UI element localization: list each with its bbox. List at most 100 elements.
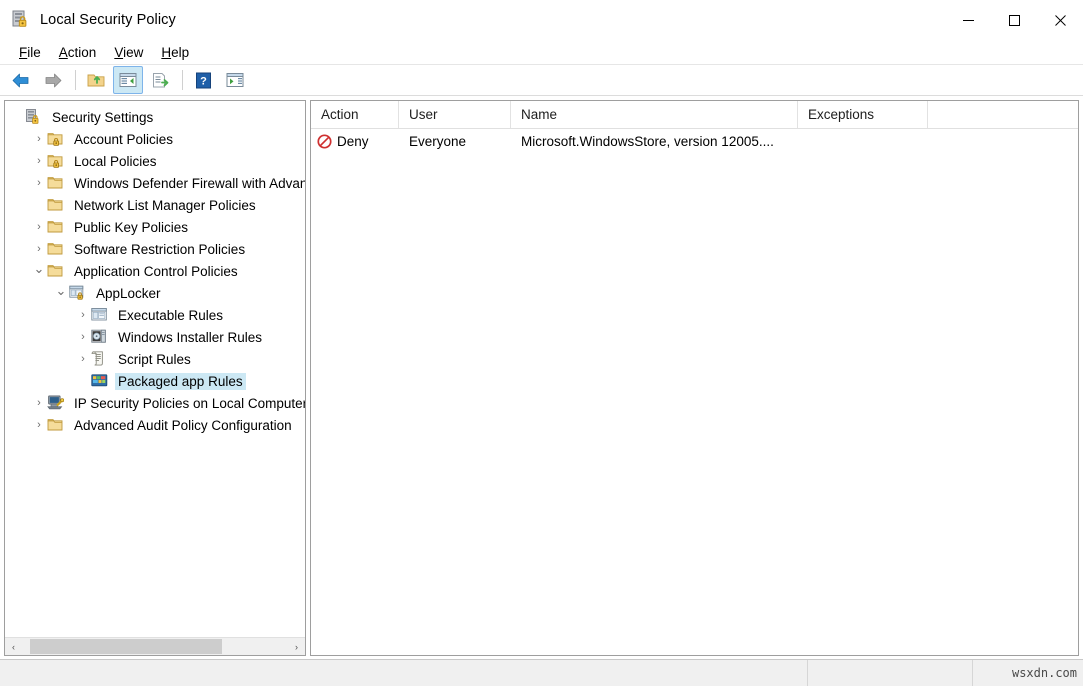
folder-lock-icon (47, 131, 65, 147)
menu-file-label-rest: ile (27, 44, 41, 60)
maximize-button[interactable] (991, 0, 1037, 40)
table-row[interactable]: Deny Everyone Microsoft.WindowsStore, vers… (311, 129, 1078, 154)
chevron-right-icon[interactable]: › (75, 331, 91, 343)
tree-item-ip-security-policies-on-local-computer[interactable]: › IP Security Policies on Local Computer (5, 392, 305, 414)
tree-item-label: Windows Defender Firewall with Advanced … (74, 175, 305, 191)
chevron-right-icon[interactable]: › (31, 177, 47, 189)
cell-action: Deny (311, 134, 399, 149)
rules-list-pane: Action User Name Exceptions Deny Everyone… (310, 100, 1079, 656)
tree-item-local-policies[interactable]: › Local Policies (5, 150, 305, 172)
help-button[interactable]: ? (188, 66, 218, 94)
tree-item-security-settings[interactable]: Security Settings (5, 106, 305, 128)
tree-item-label: Network List Manager Policies (74, 197, 256, 213)
menu-view[interactable]: View (105, 43, 152, 62)
tree-item-label: Local Policies (74, 153, 157, 169)
tree-item-packaged-app-rules[interactable]: Packaged app Rules (5, 370, 305, 392)
script-rules-icon (91, 351, 109, 367)
console-tree-pane: Security Settings › Account Policies › Local… (4, 100, 306, 656)
action-pane-button[interactable] (220, 66, 250, 94)
cell-name: Microsoft.WindowsStore, version 12005...… (521, 134, 774, 149)
packaged-app-rules-icon (91, 373, 109, 389)
tree-item-label: Security Settings (52, 109, 154, 125)
console-tree[interactable]: Security Settings › Account Policies › Local… (5, 101, 305, 637)
tree-item-software-restriction-policies[interactable]: › Software Restriction Policies (5, 238, 305, 260)
chevron-right-icon[interactable]: › (75, 353, 91, 365)
tree-item-label: Windows Installer Rules (118, 329, 263, 345)
tree-item-windows-installer-rules[interactable]: › Windows Installer Rules (5, 326, 305, 348)
tree-item-application-control-policies[interactable]: ⌄ Application Control Policies (5, 260, 305, 282)
scroll-track[interactable] (22, 638, 288, 655)
chevron-right-icon[interactable]: › (31, 419, 47, 431)
column-header-exceptions[interactable]: Exceptions (798, 101, 928, 128)
tree-item-script-rules[interactable]: › Script Rules (5, 348, 305, 370)
column-header-action[interactable]: Action (311, 101, 399, 128)
folder-lock-icon (47, 153, 65, 169)
status-segment-watermark: wsxdn.com (973, 660, 1083, 686)
column-header-filler (928, 101, 1078, 128)
tree-item-applocker[interactable]: ⌄ AppLocker (5, 282, 305, 304)
chevron-right-icon[interactable]: › (75, 309, 91, 321)
tree-item-label: Script Rules (118, 351, 191, 367)
scroll-thumb[interactable] (30, 639, 222, 654)
status-segment-secondary (808, 660, 973, 686)
toolbar-separator-2 (182, 70, 183, 90)
folder-icon (47, 197, 65, 213)
cell-action-label: Deny (337, 134, 369, 149)
chevron-down-icon[interactable]: ⌄ (31, 262, 47, 275)
folder-icon (47, 175, 65, 191)
chevron-down-icon[interactable]: ⌄ (53, 284, 69, 297)
chevron-right-icon[interactable]: › (31, 155, 47, 167)
tree-item-label: AppLocker (96, 285, 161, 301)
local-security-policy-window: Local Security Policy File Action View H… (0, 0, 1083, 686)
scroll-right-arrow[interactable]: › (288, 638, 305, 655)
chevron-right-icon[interactable]: › (31, 243, 47, 255)
list-body[interactable]: Deny Everyone Microsoft.WindowsStore, vers… (311, 129, 1078, 655)
tree-item-label: IP Security Policies on Local Computer (74, 395, 305, 411)
tree-item-advanced-audit-policy-configuration[interactable]: › Advanced Audit Policy Configuration (5, 414, 305, 436)
status-bar: wsxdn.com (0, 659, 1083, 686)
folder-icon (47, 263, 65, 279)
menu-view-label-rest: iew (123, 44, 144, 60)
menu-file[interactable]: File (10, 43, 50, 62)
svg-text:?: ? (200, 75, 207, 87)
menu-help[interactable]: Help (152, 43, 198, 62)
window-controls (945, 0, 1083, 40)
chevron-right-icon[interactable]: › (31, 397, 47, 409)
scroll-left-arrow[interactable]: ‹ (5, 638, 22, 655)
tree-item-executable-rules[interactable]: › Executable Rules (5, 304, 305, 326)
menu-help-label-rest: elp (171, 44, 190, 60)
menu-bar: File Action View Help (0, 40, 1083, 65)
tree-item-account-policies[interactable]: › Account Policies (5, 128, 305, 150)
security-policy-icon (10, 9, 32, 31)
ip-security-icon (47, 395, 65, 411)
export-list-button[interactable] (145, 66, 175, 94)
toolbar-separator-1 (75, 70, 76, 90)
tree-item-label: Account Policies (74, 131, 174, 147)
chevron-right-icon[interactable]: › (31, 133, 47, 145)
forward-button[interactable] (38, 66, 68, 94)
tree-item-label: Software Restriction Policies (74, 241, 246, 257)
tree-item-windows-defender-firewall-with-advanced-security[interactable]: › Windows Defender Firewall with Advanced… (5, 172, 305, 194)
security-policy-icon (25, 109, 43, 125)
watermark-text: wsxdn.com (1011, 666, 1077, 680)
menu-action[interactable]: Action (50, 43, 106, 62)
tree-item-public-key-policies[interactable]: › Public Key Policies (5, 216, 305, 238)
applocker-icon (69, 285, 87, 301)
list-header: Action User Name Exceptions (311, 101, 1078, 129)
tree-item-network-list-manager-policies[interactable]: Network List Manager Policies (5, 194, 305, 216)
close-button[interactable] (1037, 0, 1083, 40)
tree-horizontal-scrollbar[interactable]: ‹ › (5, 637, 305, 655)
tree-item-label: Application Control Policies (74, 263, 238, 279)
minimize-button[interactable] (945, 0, 991, 40)
tree-item-label: Packaged app Rules (115, 372, 246, 390)
column-header-name[interactable]: Name (511, 101, 798, 128)
status-segment-main (0, 660, 808, 686)
chevron-right-icon[interactable]: › (31, 221, 47, 233)
tree-item-label: Executable Rules (118, 307, 224, 323)
up-one-level-button[interactable] (81, 66, 111, 94)
console-tree-button[interactable] (113, 66, 143, 94)
back-button[interactable] (6, 66, 36, 94)
windows-installer-rules-icon (91, 329, 109, 345)
column-header-user[interactable]: User (399, 101, 511, 128)
folder-icon (47, 241, 65, 257)
